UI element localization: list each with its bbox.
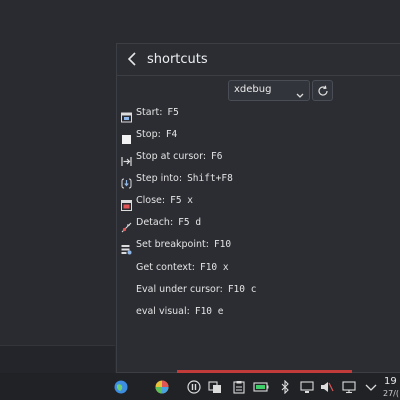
network-icon[interactable] [300,379,314,393]
chevron-up-icon[interactable] [364,379,378,393]
shortcut-key: F10 e [194,306,224,317]
windows-icon[interactable] [208,379,222,393]
shortcut-label: Stop at cursor: [136,151,207,162]
shortcut-row-eval-under-cursor: Eval under cursor: F10 c [121,282,371,300]
shortcut-row-set-breakpoint: Set breakpoint: F10 [121,237,371,255]
color-picker-icon[interactable] [155,379,169,394]
shortcut-row-detach: Detach: F5 d [121,215,371,233]
shortcut-label: Close: [136,195,166,206]
step-into-icon [121,174,132,189]
shortcut-key: F5 x [170,195,193,206]
clock-date[interactable]: 27/( [383,389,399,398]
bluetooth-icon[interactable] [278,379,292,395]
shortcut-key: F5 d [178,217,202,228]
panel-title: shortcuts [147,52,208,67]
refresh-icon [318,85,328,96]
debugger-select-value: xdebug [234,84,272,95]
shortcut-row-get-context: Get context: F10 x [121,260,371,278]
shortcut-key: Shift+F8 [187,173,233,184]
panel-header: shortcuts [117,44,400,76]
shortcut-key: F10 [213,239,232,250]
stop-icon [121,130,132,144]
shortcut-label: Detach: [136,217,174,228]
detach-icon [121,218,132,233]
run-to-cursor-icon [121,152,132,166]
clipboard-icon[interactable] [232,379,246,394]
shortcut-row-close: Close: F5 x [121,193,371,211]
shortcut-label: Set breakpoint: [136,239,209,250]
battery-icon[interactable] [253,379,269,393]
display-icon[interactable] [342,379,356,394]
close-icon [121,196,132,211]
shortcut-key: F4 [165,129,178,140]
shortcut-label: Stop: [136,129,161,140]
shortcut-row-stop-at-cursor: Stop at cursor: F6 [121,149,371,167]
shortcut-label: Step into: [136,173,183,184]
shortcut-label: Start: [136,107,163,118]
shortcut-key: F6 [211,151,223,162]
desktop-bottom-strip [0,345,115,376]
shortcut-label: eval visual: [136,306,190,317]
breakpoint-icon [121,240,132,255]
refresh-button[interactable] [312,80,333,101]
browser-icon[interactable] [114,379,128,394]
shortcut-row-stop: Stop: F4 [121,127,371,145]
shortcuts-panel: shortcuts xdebug Start:F5 Stop:F4 Stop [116,43,400,373]
shortcut-key: F10 c [227,284,257,295]
back-arrow-icon[interactable] [125,50,141,68]
shortcut-row-step-into: Step into: Shift+F8 [121,171,371,189]
shortcut-key: F10 x [199,262,229,273]
shortcut-label: Eval under cursor: [136,284,223,295]
shortcut-key: F5 [167,107,179,118]
clock-time[interactable]: 19 [384,377,397,387]
volume-muted-icon[interactable] [320,379,334,393]
chevron-down-icon [295,86,305,98]
debugger-select[interactable]: xdebug [228,80,310,101]
start-icon [121,108,132,123]
shortcut-row-start: Start: F5 [121,105,371,123]
shortcut-label: Get context: [136,262,195,273]
taskbar [0,373,400,400]
shortcut-row-eval-visual: eval visual: F10 e [121,304,371,322]
pause-icon[interactable] [187,379,201,394]
